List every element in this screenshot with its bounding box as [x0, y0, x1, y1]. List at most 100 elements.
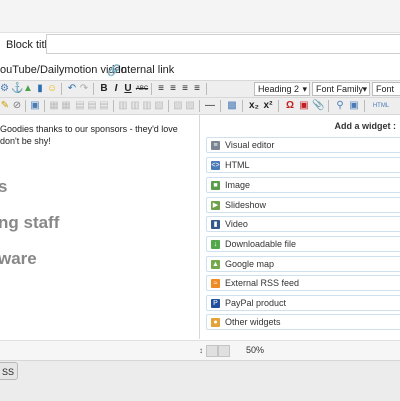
- resize-handle-icon[interactable]: ↕: [199, 346, 203, 355]
- bottom-action-bar: [0, 360, 400, 401]
- block-title-row: Block title: [0, 33, 400, 57]
- link-options-row: ouTube/Dailymotion video 🔗 Internal link: [0, 62, 400, 78]
- editor-toolbar-row-1: ⚙ ⚓ ▲ ▮ ☺ ↶ ↷ B I U ABC ≡ ≡ ≡ ≡ Heading …: [0, 80, 400, 106]
- toolbar-separator: [168, 100, 169, 112]
- row-insert-icon[interactable]: ▤: [87, 99, 97, 113]
- widget-label: Video: [225, 219, 248, 229]
- html-icon: <>: [211, 161, 220, 170]
- widget-image[interactable]: ■ Image: [206, 177, 400, 193]
- visual-editor-icon: ≡: [211, 141, 220, 150]
- toolbar-separator: [44, 100, 45, 112]
- html-source-button[interactable]: HTML: [370, 99, 392, 113]
- rss-icon: ≈: [211, 279, 220, 288]
- toolbar-separator: [278, 100, 279, 112]
- horizontal-rule-icon[interactable]: —: [204, 99, 216, 113]
- toolbar-separator: [151, 83, 152, 95]
- superscript-button[interactable]: x²: [262, 99, 274, 113]
- table-icon[interactable]: ▦: [49, 99, 59, 113]
- emoticon-icon[interactable]: ☺: [47, 82, 57, 96]
- editor-heading-1: s: [0, 177, 7, 197]
- col-delete-icon[interactable]: ▥: [142, 99, 152, 113]
- editor-heading-3: ware: [0, 249, 37, 268]
- map-icon: ▲: [211, 260, 220, 269]
- cell-icon[interactable]: ▧: [185, 99, 195, 113]
- widget-label: Downloadable file: [225, 239, 297, 249]
- col-icon[interactable]: ▥: [118, 99, 128, 113]
- cleanup-icon[interactable]: ⚙: [0, 82, 9, 96]
- editor-toolbar-row-2: ✎ ⊘ ▣ ▦ ▦ ▤ ▤ ▤ ▥ ▥ ▥ ▧ ▧ ▧ — ▩ x₂ x² Ω …: [0, 97, 400, 115]
- widget-label: HTML: [225, 160, 250, 170]
- font-family-select-value: Font Family: [316, 84, 364, 94]
- widget-label: Image: [225, 180, 251, 190]
- widget-google-map[interactable]: ▲ Google map: [206, 256, 400, 272]
- media-icon[interactable]: ▣: [298, 99, 310, 113]
- editor-paragraph: Goodies thanks to our sponsors - they'd …: [0, 124, 178, 146]
- bold-button[interactable]: B: [99, 82, 109, 96]
- chevron-down-icon: ▾: [362, 84, 367, 94]
- heading-select[interactable]: Heading 2 ▾: [254, 82, 310, 96]
- zoom-level: 50%: [246, 345, 265, 355]
- widget-label: External RSS feed: [225, 278, 300, 288]
- table-props-icon[interactable]: ▦: [61, 99, 71, 113]
- anchor-icon[interactable]: ⚓: [11, 82, 23, 96]
- row-delete-icon[interactable]: ▤: [99, 99, 109, 113]
- merge-icon[interactable]: ▧: [154, 99, 164, 113]
- widget-label: Other widgets: [225, 317, 281, 327]
- align-right-icon[interactable]: ≡: [180, 82, 190, 96]
- widget-html[interactable]: <> HTML: [206, 157, 400, 173]
- internal-link[interactable]: Internal link: [118, 64, 174, 76]
- toolbar-separator: [220, 100, 221, 112]
- eraser-icon[interactable]: ⊘: [12, 99, 22, 113]
- save-button[interactable]: SS: [0, 362, 18, 380]
- chart-icon[interactable]: ▩: [226, 99, 238, 113]
- widget-slideshow[interactable]: ▶ Slideshow: [206, 197, 400, 213]
- paste-icon[interactable]: ✎: [0, 99, 10, 113]
- top-bar: [0, 0, 400, 33]
- toolbar-separator: [242, 100, 243, 112]
- widget-label: PayPal product: [225, 298, 287, 308]
- editor-content-area[interactable]: Goodies thanks to our sponsors - they'd …: [0, 115, 200, 339]
- widget-other-widgets[interactable]: ● Other widgets: [206, 314, 400, 330]
- edit-icon[interactable]: ▣: [30, 99, 40, 113]
- widget-video[interactable]: ▮ Video: [206, 216, 400, 232]
- toolbar-separator: [199, 100, 200, 112]
- widget-downloadable-file[interactable]: ↓ Downloadable file: [206, 236, 400, 252]
- attachment-icon[interactable]: 📎: [312, 99, 324, 113]
- align-justify-icon[interactable]: ≡: [192, 82, 202, 96]
- chevron-down-icon: ▾: [302, 84, 307, 94]
- find-icon[interactable]: ⚲: [334, 99, 346, 113]
- zoom-in-icon[interactable]: [218, 345, 230, 357]
- widgets-icon: ●: [211, 318, 220, 327]
- widget-panel: Add a widget : ≡ Visual editor <> HTML ■…: [204, 115, 400, 339]
- underline-button[interactable]: U: [123, 82, 133, 96]
- widget-panel-title: Add a widget :: [334, 121, 397, 131]
- font-family-select[interactable]: Font Family ▾: [312, 82, 370, 96]
- zoom-out-icon[interactable]: [206, 345, 218, 357]
- block-title-input[interactable]: [46, 34, 400, 54]
- preview-icon[interactable]: ▣: [348, 99, 360, 113]
- row-icon[interactable]: ▤: [75, 99, 85, 113]
- widget-label: Google map: [225, 259, 275, 269]
- font-size-select[interactable]: Font Size: [372, 82, 400, 106]
- file-icon[interactable]: ▮: [35, 82, 45, 96]
- col-insert-icon[interactable]: ▥: [130, 99, 140, 113]
- redo-icon[interactable]: ↷: [79, 82, 89, 96]
- italic-button[interactable]: I: [111, 82, 121, 96]
- editor-status-bar: ↕ 50%: [0, 340, 400, 361]
- widget-paypal-product[interactable]: P PayPal product: [206, 295, 400, 311]
- split-icon[interactable]: ▧: [173, 99, 183, 113]
- align-center-icon[interactable]: ≡: [168, 82, 178, 96]
- widget-visual-editor[interactable]: ≡ Visual editor: [206, 137, 400, 153]
- toolbar-separator: [61, 83, 62, 95]
- image-icon: ■: [211, 181, 220, 190]
- slideshow-icon: ▶: [211, 201, 220, 210]
- paypal-icon: P: [211, 299, 220, 308]
- special-char-button[interactable]: Ω: [284, 99, 296, 113]
- widget-external-rss-feed[interactable]: ≈ External RSS feed: [206, 275, 400, 291]
- insert-icon[interactable]: ▲: [23, 82, 33, 96]
- strikethrough-button[interactable]: ABC: [135, 82, 149, 96]
- subscript-button[interactable]: x₂: [248, 99, 260, 113]
- undo-icon[interactable]: ↶: [67, 82, 77, 96]
- download-icon: ↓: [211, 240, 220, 249]
- align-left-icon[interactable]: ≡: [156, 82, 166, 96]
